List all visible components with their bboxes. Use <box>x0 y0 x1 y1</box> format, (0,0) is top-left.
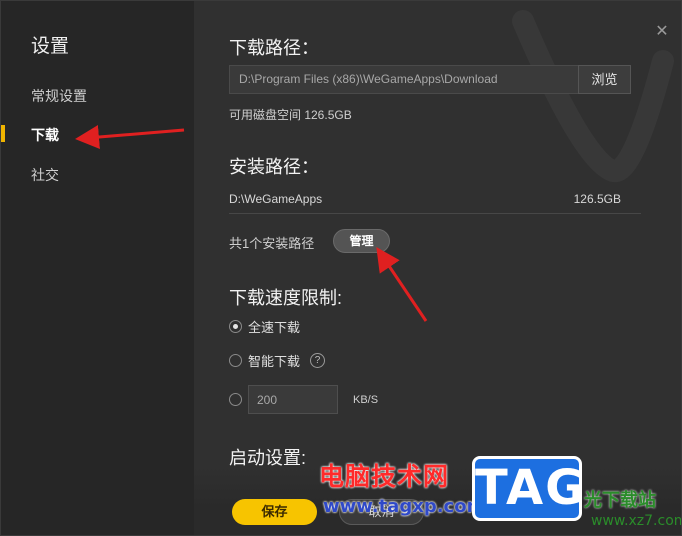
watermark-site-url: www.xz7.com <box>591 513 682 529</box>
install-path-value: D:\WeGameApps <box>229 192 323 206</box>
speed-limit-input[interactable] <box>248 385 338 414</box>
sidebar-item-social[interactable]: 社交 <box>31 165 59 185</box>
radio-smart-download[interactable]: 智能下载 ? <box>229 351 326 370</box>
download-path-title: 下载路径： <box>229 38 319 58</box>
radio-custom-speed[interactable] <box>229 393 248 406</box>
sidebar-item-download[interactable]: 下载 <box>31 125 59 145</box>
browse-button[interactable]: 浏览 <box>578 65 631 94</box>
radio-full-speed[interactable]: 全速下载 <box>229 317 300 336</box>
download-path-field[interactable]: D:\Program Files (x86)\WeGameApps\Downlo… <box>229 65 579 94</box>
radio-button[interactable] <box>229 320 242 333</box>
save-button[interactable]: 保存 <box>232 499 317 525</box>
watermark-url: www.tagxp.com <box>323 496 486 517</box>
install-path-row: D:\WeGameApps 126.5GB <box>229 185 641 214</box>
install-path-size: 126.5GB <box>573 192 621 206</box>
radio-button[interactable] <box>229 393 242 406</box>
help-icon[interactable]: ? <box>310 353 326 368</box>
manage-button[interactable]: 管理 <box>333 229 390 253</box>
settings-window: 设置 常规设置 下载 社交 ✕ 下载路径： D:\Program Files (… <box>0 0 682 536</box>
disk-space-text: 可用磁盘空间 126.5GB <box>229 108 352 122</box>
install-path-count: 共1个安装路径 <box>229 236 315 251</box>
radio-label: 智能下载 <box>248 354 301 369</box>
sidebar: 设置 常规设置 下载 社交 <box>1 1 194 535</box>
sidebar-item-general[interactable]: 常规设置 <box>31 86 87 106</box>
sidebar-title: 设置 <box>31 36 70 57</box>
watermark-site: 光下载站 <box>584 490 656 511</box>
watermark-text: 电脑技术网 <box>319 462 450 491</box>
background-swoosh <box>512 10 674 183</box>
speed-unit-label: KB/S <box>353 394 379 406</box>
speed-limit-title: 下载速度限制: <box>229 288 343 308</box>
close-icon[interactable]: ✕ <box>655 24 669 40</box>
main-panel: ✕ 下载路径： D:\Program Files (x86)\WeGameApp… <box>194 1 681 535</box>
active-indicator <box>1 125 5 142</box>
watermark-tag-logo: TAG <box>472 456 585 521</box>
radio-label: 全速下载 <box>248 320 301 335</box>
radio-button[interactable] <box>229 354 242 367</box>
install-path-title: 安装路径： <box>229 157 319 177</box>
